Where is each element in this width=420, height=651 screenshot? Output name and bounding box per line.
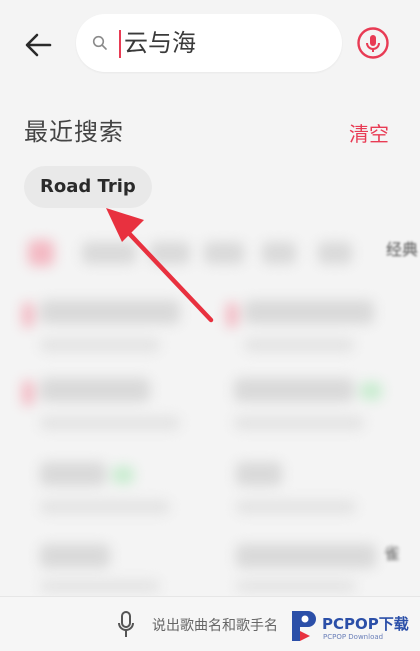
watermark-text: PCPOP下载: [322, 615, 409, 633]
search-box[interactable]: [76, 14, 342, 72]
search-icon: [92, 35, 107, 50]
blurred-tab-fragment: 经典: [386, 240, 419, 259]
recent-search-title: 最近搜索: [24, 118, 124, 146]
voice-search-hint: 说出歌曲名和歌手名: [152, 618, 278, 634]
arrow-left-icon[interactable]: [22, 28, 56, 62]
blurred-content: [0, 222, 420, 592]
search-input[interactable]: [120, 23, 334, 63]
recent-search-chip[interactable]: Road Trip: [24, 166, 152, 208]
microphone-icon[interactable]: [117, 611, 135, 639]
blurred-list-fragment: 雀: [384, 544, 401, 563]
top-bar: [0, 0, 420, 90]
mic-circle-icon[interactable]: [356, 26, 390, 60]
clear-history-button[interactable]: 清空: [349, 118, 389, 147]
watermark-subtext: PCPOP Download: [323, 633, 384, 641]
pcpop-logo-icon: [292, 611, 316, 641]
